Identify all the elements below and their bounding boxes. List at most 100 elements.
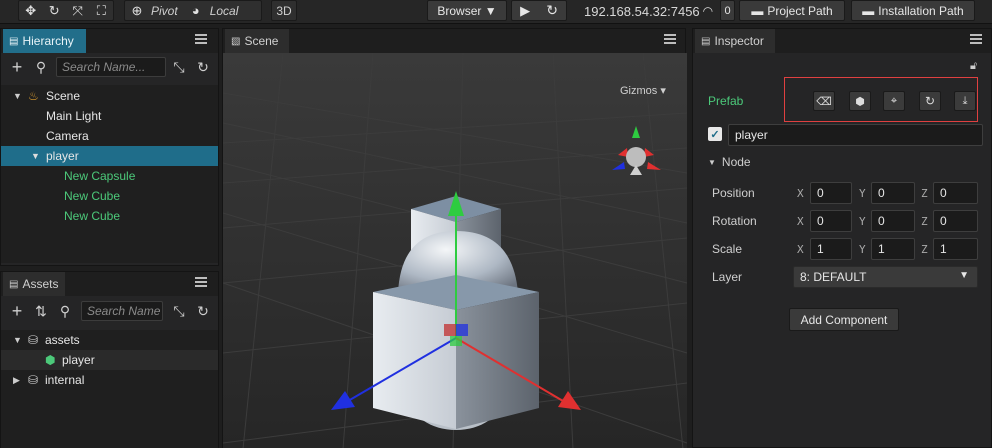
position-y-value: 0 [878, 186, 885, 200]
globe-icon[interactable]: ◕ [184, 1, 208, 21]
asset-item-player[interactable]: ⬢ player [1, 350, 218, 370]
expand-arrow-icon[interactable]: ▼ [31, 151, 40, 161]
revert-icon: ↻ [924, 94, 936, 108]
rotation-y-label: Y [859, 215, 866, 228]
tree-item-new-cube[interactable]: New Cube [1, 186, 218, 206]
ip-address[interactable]: 192.168.54.32:7456 [584, 4, 700, 19]
scene-tabbar: ▧ Scene [223, 29, 685, 53]
folder-icon: ▬ [862, 3, 875, 18]
expand-arrow-icon[interactable]: ▼ [13, 91, 22, 101]
asset-folder-assets[interactable]: ▼ ⛁ assets [1, 330, 218, 350]
tree-item-main-light[interactable]: Main Light [1, 106, 218, 126]
node-section-header[interactable]: ▼ Node [708, 155, 751, 169]
scene-canvas[interactable]: Gizmos ▾ [223, 53, 687, 448]
expand-arrow-icon[interactable]: ▼ [13, 335, 22, 345]
expand-arrow-icon[interactable]: ▶ [13, 375, 20, 386]
scene-menu-icon[interactable] [664, 34, 676, 44]
prefab-unlink-button[interactable]: ⌫ [813, 91, 835, 111]
project-path-label: Project Path [767, 3, 833, 18]
tree-item-label: Main Light [46, 109, 102, 123]
device-count: 0 [724, 4, 731, 17]
inspector-icon: ▤ [701, 35, 711, 47]
rotation-z-input[interactable]: 0 [933, 210, 978, 232]
move-tool-icon[interactable]: ✥ [19, 1, 43, 21]
refresh-icon[interactable]: ↻ [546, 2, 558, 19]
scale-y-label: Y [859, 243, 866, 256]
database-icon: ⛁ [28, 333, 39, 347]
browser-dropdown[interactable]: Browser ▼ [427, 0, 507, 21]
tab-inspector[interactable]: ▤ Inspector [695, 29, 775, 53]
scale-x-input[interactable]: 1 [810, 238, 852, 260]
node-name-value: player [735, 128, 768, 142]
prefab-apply-button[interactable]: ⤓ [954, 91, 976, 111]
prefab-revert-button[interactable]: ↻ [919, 91, 941, 111]
scale-z-input[interactable]: 1 [933, 238, 978, 260]
installation-path-button[interactable]: ▬ Installation Path [851, 0, 975, 21]
scale-tool-icon[interactable]: ⤧ [66, 1, 90, 21]
rect-tool-icon[interactable]: ⛶ [90, 1, 114, 21]
tab-hierarchy[interactable]: ▤ Hierarchy [3, 29, 86, 53]
scale-y-input[interactable]: 1 [871, 238, 915, 260]
prefab-locate-button[interactable]: ⌖ [883, 91, 905, 111]
rotation-x-input[interactable]: 0 [810, 210, 852, 232]
tree-item-new-capsule[interactable]: New Capsule [1, 166, 218, 186]
assets-menu-icon[interactable] [195, 277, 207, 287]
pivot-icon[interactable]: ⊕ [125, 1, 149, 21]
local-toggle[interactable]: Local [208, 4, 245, 18]
add-component-button[interactable]: Add Component [789, 308, 899, 331]
tree-item-camera[interactable]: Camera [1, 126, 218, 146]
inspector-tabbar: ▤ Inspector [693, 29, 991, 53]
assets-search-input[interactable]: Search Name [81, 301, 163, 321]
transform-tools: ✥ ↻ ⤧ ⛶ [18, 0, 114, 21]
assets-panel: ▤ Assets + ⇅ ⚲ Search Name ⤡ ↻ ▼ ⛁ asset… [0, 271, 219, 448]
save-download-icon: ⤓ [962, 94, 968, 107]
chevron-down-icon: ▼ [959, 270, 969, 281]
hierarchy-tree: ▼ ♨ Scene Main Light Camera ▼ player New… [1, 85, 218, 263]
collapse-icon[interactable]: ⤡ [171, 303, 187, 320]
node-name-input[interactable]: player [728, 124, 983, 146]
scale-x-label: X [797, 243, 804, 256]
tree-item-new-cube[interactable]: New Cube [1, 206, 218, 226]
rotation-x-value: 0 [817, 214, 824, 228]
asset-folder-internal[interactable]: ▶ ⛁ internal [1, 370, 218, 390]
refresh-icon[interactable]: ↻ [195, 303, 211, 320]
prefab-select-asset-button[interactable]: ⬢ [849, 91, 871, 111]
hierarchy-tab-label: Hierarchy [22, 34, 74, 48]
node-active-checkbox[interactable]: ✓ [708, 127, 722, 141]
pivot-toggle[interactable]: Pivot [149, 4, 184, 18]
tab-assets[interactable]: ▤ Assets [3, 272, 65, 296]
cube-icon: ⬢ [855, 95, 865, 108]
position-x-input[interactable]: 0 [810, 182, 852, 204]
tree-item-player[interactable]: ▼ player [1, 146, 218, 166]
inspector-panel: ▤ Inspector 🔓︎ Prefab ⌫ ⬢ ⌖ ↻ ⤓ ✓ player… [692, 28, 992, 448]
position-y-label: Y [859, 187, 866, 200]
position-label: Position [712, 186, 755, 200]
tree-item-label: Scene [46, 89, 81, 103]
sort-icon[interactable]: ⇅ [33, 303, 49, 320]
rotation-x-label: X [797, 215, 804, 228]
add-icon[interactable]: + [9, 302, 25, 320]
position-y-input[interactable]: 0 [871, 182, 915, 204]
rotation-label: Rotation [712, 214, 757, 228]
lock-icon[interactable]: 🔓︎ [970, 60, 977, 73]
mode-3d-toggle[interactable]: 3D [271, 0, 297, 21]
gizmos-dropdown[interactable]: Gizmos ▾ [620, 85, 666, 97]
refresh-icon[interactable]: ↻ [195, 59, 211, 76]
play-icon[interactable]: ▶ [520, 3, 530, 19]
collapse-icon[interactable]: ⤡ [171, 59, 187, 76]
node-section-label: Node [721, 155, 751, 169]
project-path-button[interactable]: ▬ Project Path [739, 0, 845, 21]
layer-select[interactable]: 8: DEFAULT ▼ [793, 266, 978, 288]
position-z-input[interactable]: 0 [933, 182, 978, 204]
add-icon[interactable]: + [9, 58, 25, 76]
hierarchy-search-input[interactable]: Search Name... [56, 57, 166, 77]
scene-viewport[interactable]: Gizmos ▾ [223, 53, 687, 448]
hierarchy-menu-icon[interactable] [195, 34, 207, 44]
scale-x-value: 1 [817, 242, 824, 256]
mode-3d-label: 3D [276, 3, 292, 18]
inspector-menu-icon[interactable] [970, 34, 982, 44]
rotation-y-input[interactable]: 0 [871, 210, 915, 232]
tree-item-scene[interactable]: ▼ ♨ Scene [1, 86, 218, 106]
tab-scene[interactable]: ▧ Scene [225, 29, 289, 53]
rotate-tool-icon[interactable]: ↻ [43, 1, 67, 21]
